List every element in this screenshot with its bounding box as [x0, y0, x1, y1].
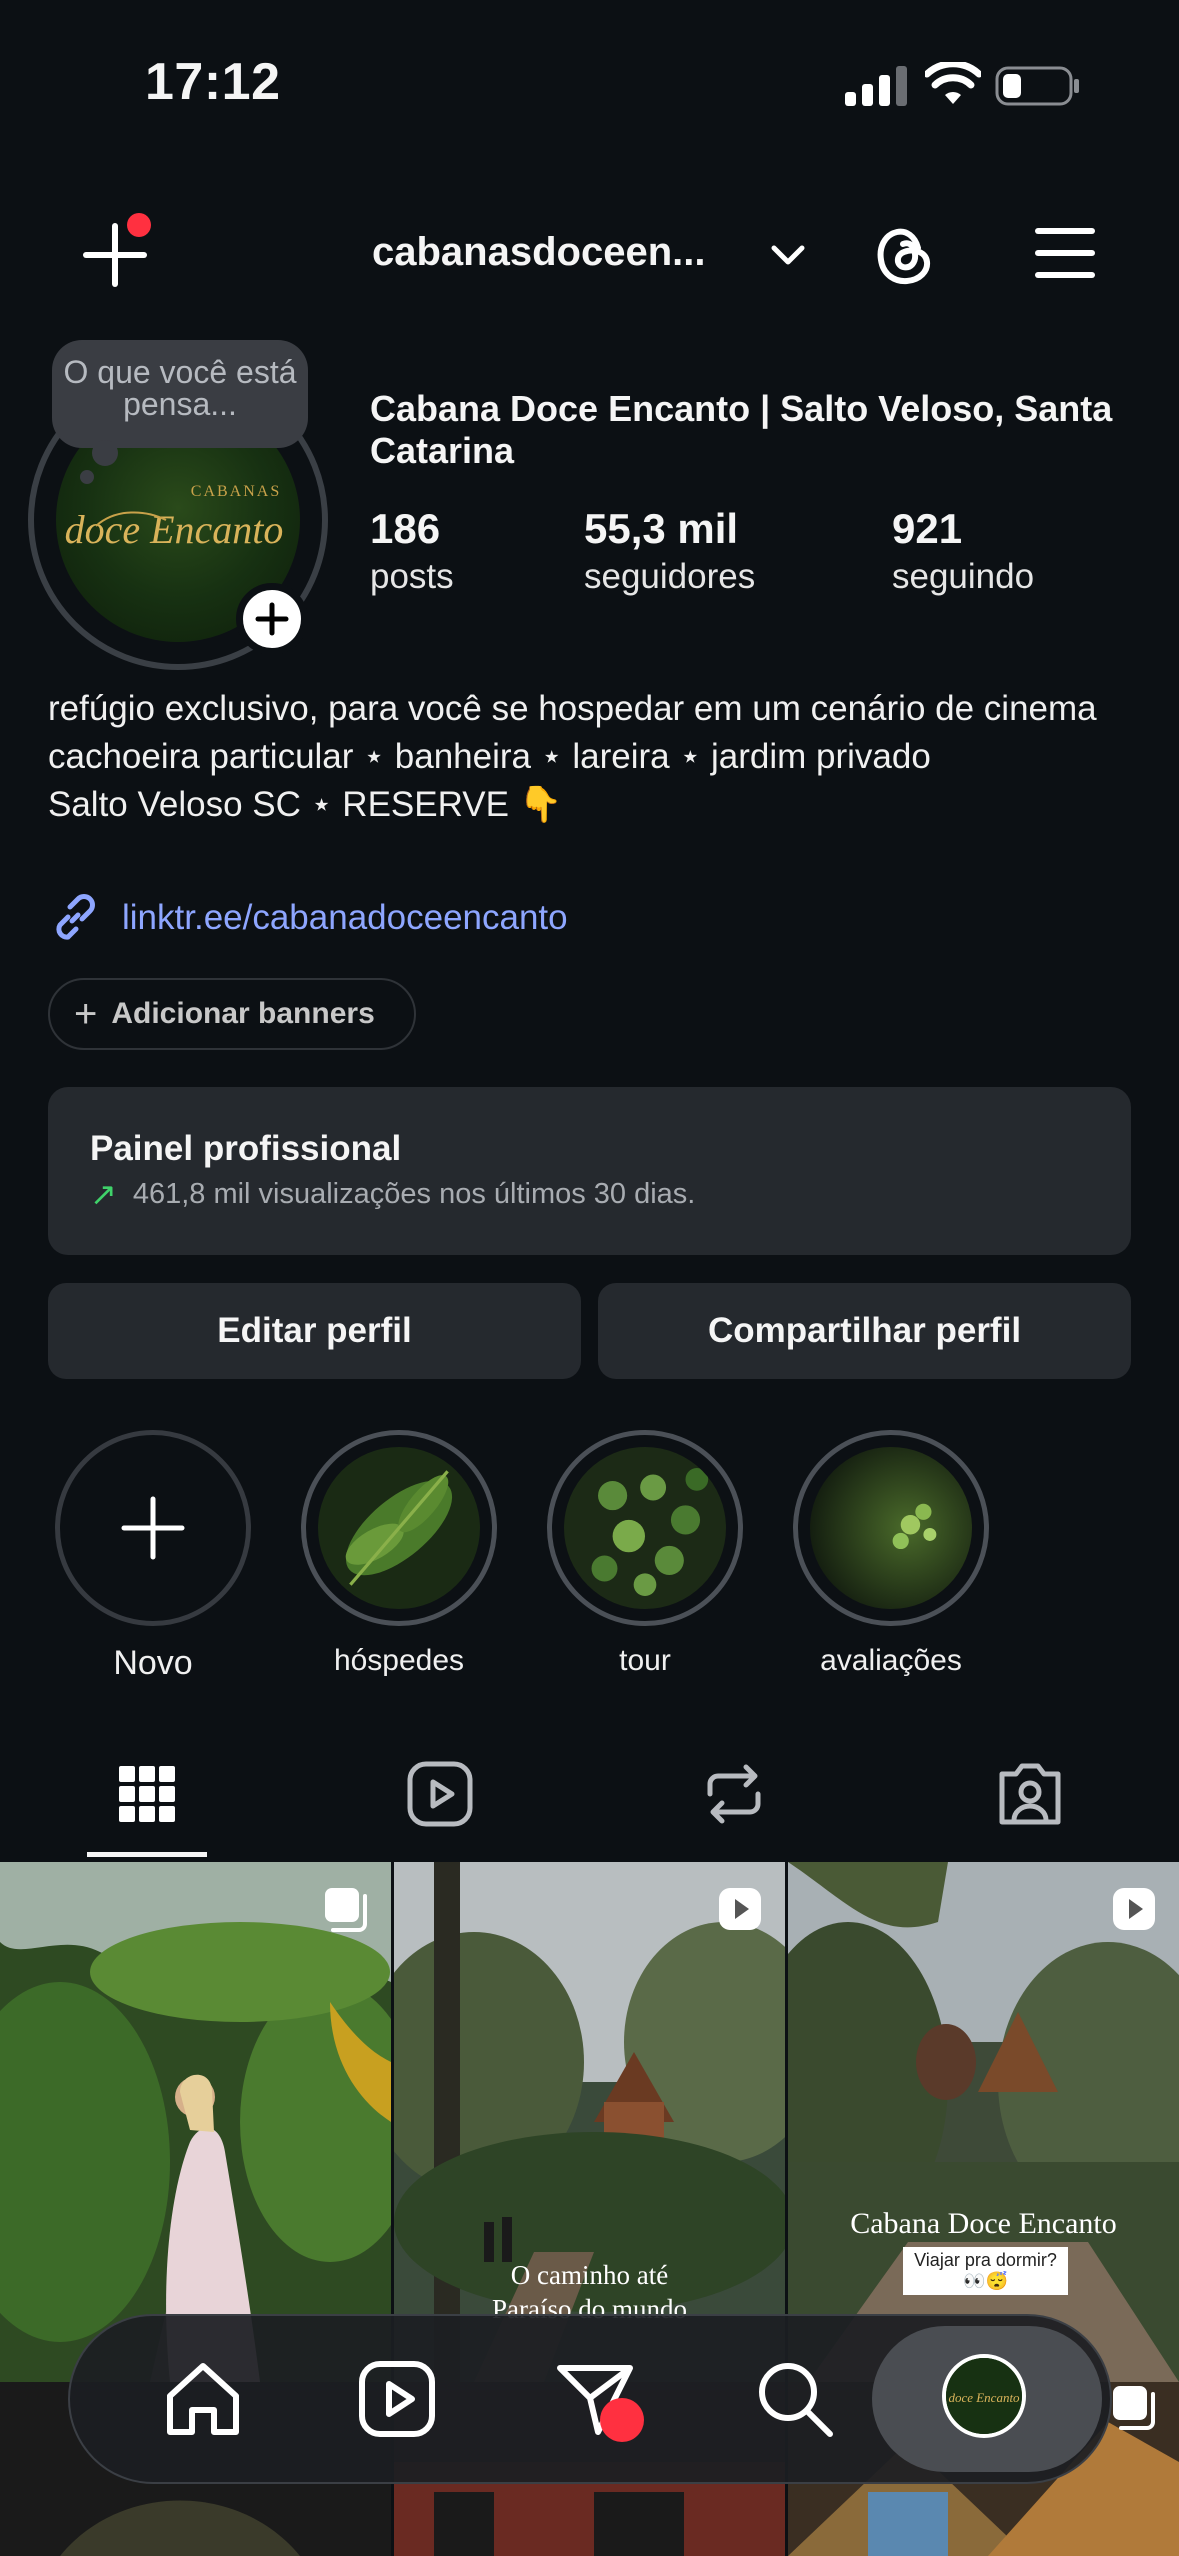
stat-value: 921	[892, 505, 963, 552]
post-caption: O caminho até	[510, 2260, 669, 2290]
stat-label: posts	[370, 557, 454, 596]
wifi-icon	[925, 62, 981, 104]
note-bubble-tail	[92, 440, 118, 466]
grid-post[interactable]: Cabana Doce Encanto Viajar pra dormir? 👀…	[788, 1862, 1179, 2382]
share-profile-button[interactable]: Compartilhar perfil	[598, 1283, 1131, 1379]
reposts-icon[interactable]	[694, 1754, 774, 1834]
grid-post[interactable]	[0, 1862, 391, 2382]
profile-header: cabanasdoceen...	[0, 200, 1179, 310]
status-bar: 17:12	[0, 0, 1179, 175]
plus-icon	[255, 602, 289, 636]
tagged-icon[interactable]	[990, 1754, 1070, 1834]
note-bubble[interactable]: O que você está pensa...	[52, 340, 308, 448]
bio-line: Salto Veloso SC ⋆ RESERVE 👇	[48, 785, 563, 824]
profile-bio: refúgio exclusivo, para você se hospedar…	[48, 685, 1148, 829]
reels-icon[interactable]	[400, 1754, 480, 1834]
dashboard-views: 461,8 mil visualizações nos últimos 30 d…	[132, 1177, 696, 1210]
highlight-new[interactable]: Novo	[55, 1430, 251, 1683]
stat-posts[interactable]: 186 posts	[370, 505, 454, 597]
stat-value: 186	[370, 505, 441, 552]
highlight-avaliacoes[interactable]: avaliações	[793, 1430, 989, 1678]
post-thumbnail	[0, 1862, 391, 2382]
dashboard-title: Painel profissional	[90, 1129, 402, 1168]
stat-followers[interactable]: 55,3 mil seguidores	[584, 505, 755, 597]
profile-nav-avatar[interactable]: doce Encanto	[942, 2354, 1026, 2438]
content-tabs	[0, 1740, 1179, 1860]
post-caption: Cabana Doce Encanto	[850, 2207, 1117, 2240]
highlight-tour[interactable]: tour	[547, 1430, 743, 1678]
brand-logo-small: doce Encanto	[946, 2358, 1022, 2434]
reel-icon	[719, 1888, 761, 1930]
messages-notification-dot	[600, 2398, 644, 2442]
add-banners-button[interactable]: + Adicionar banners	[48, 978, 416, 1050]
highlight-label: Novo	[113, 1644, 193, 1682]
svg-text:CABANAS: CABANAS	[191, 483, 281, 500]
stat-following[interactable]: 921 seguindo	[892, 505, 1034, 597]
home-icon[interactable]	[158, 2354, 248, 2444]
grid-post[interactable]: O caminho até Paraíso do mundo	[394, 1862, 785, 2382]
post-caption-tag: Viajar pra dormir? 👀😴	[903, 2247, 1068, 2295]
professional-dashboard[interactable]: Painel profissional ↗ 461,8 mil visualiz…	[48, 1087, 1131, 1255]
svg-text:doce Encanto: doce Encanto	[948, 2390, 1020, 2405]
stat-label: seguindo	[892, 557, 1035, 596]
reels-icon[interactable]	[352, 2354, 442, 2444]
chevron-down-icon[interactable]	[770, 240, 806, 270]
notification-dot	[127, 213, 151, 237]
edit-profile-button[interactable]: Editar perfil	[48, 1283, 581, 1379]
cellular-signal-icon	[845, 66, 907, 106]
bio-line: cachoeira particular ⋆ banheira ⋆ lareir…	[48, 737, 931, 776]
note-bubble-tail-small	[80, 470, 94, 484]
highlight-label: tour	[619, 1644, 671, 1677]
profile-display-name: Cabana Doce Encanto | Salto Veloso, Sant…	[370, 388, 1113, 471]
highlight-ring	[301, 1430, 497, 1626]
svg-text:doce Encanto: doce Encanto	[65, 507, 284, 552]
stat-label: seguidores	[584, 557, 756, 596]
profile-link[interactable]: linktr.ee/cabanadoceencanto	[48, 890, 568, 946]
reel-icon	[1113, 1888, 1155, 1930]
highlight-label: hóspedes	[333, 1644, 465, 1677]
plus-icon	[121, 1496, 185, 1560]
stat-value: 55,3 mil	[584, 505, 739, 552]
highlight-ring	[793, 1430, 989, 1626]
plus-icon: +	[74, 991, 98, 1036]
brand-logo: CABANAS doce Encanto	[65, 483, 284, 552]
active-tab-indicator	[87, 1852, 207, 1857]
highlight-cover-leaves	[564, 1447, 726, 1609]
carousel-icon	[325, 1888, 367, 1932]
link-icon	[56, 894, 95, 940]
hamburger-menu-icon[interactable]	[1035, 225, 1095, 281]
highlight-cover-plant	[810, 1447, 972, 1609]
trend-up-icon: ↗	[90, 1176, 117, 1212]
bio-line: refúgio exclusivo, para você se hospedar…	[48, 689, 1097, 728]
account-username[interactable]: cabanasdoceen...	[372, 230, 705, 275]
post-thumbnail	[788, 1862, 1179, 2382]
highlight-ring	[547, 1430, 743, 1626]
highlight-hospedes[interactable]: hóspedes	[301, 1430, 497, 1678]
add-banners-label: Adicionar banners	[111, 997, 375, 1030]
bottom-navigation: doce Encanto	[68, 2314, 1112, 2484]
highlight-ring	[55, 1430, 251, 1626]
status-time: 17:12	[145, 53, 281, 111]
battery-icon	[995, 66, 1079, 106]
dashboard-subtitle: ↗ 461,8 mil visualizações nos últimos 30…	[90, 1175, 1131, 1213]
search-icon[interactable]	[750, 2354, 840, 2444]
grid-icon[interactable]	[107, 1754, 187, 1834]
highlight-label: avaliações	[820, 1644, 962, 1677]
add-story-button[interactable]	[236, 583, 308, 655]
link-text[interactable]: linktr.ee/cabanadoceencanto	[122, 898, 568, 938]
highlight-cover-fern	[318, 1447, 480, 1609]
threads-icon[interactable]	[870, 220, 940, 290]
carousel-icon	[1113, 2386, 1155, 2430]
